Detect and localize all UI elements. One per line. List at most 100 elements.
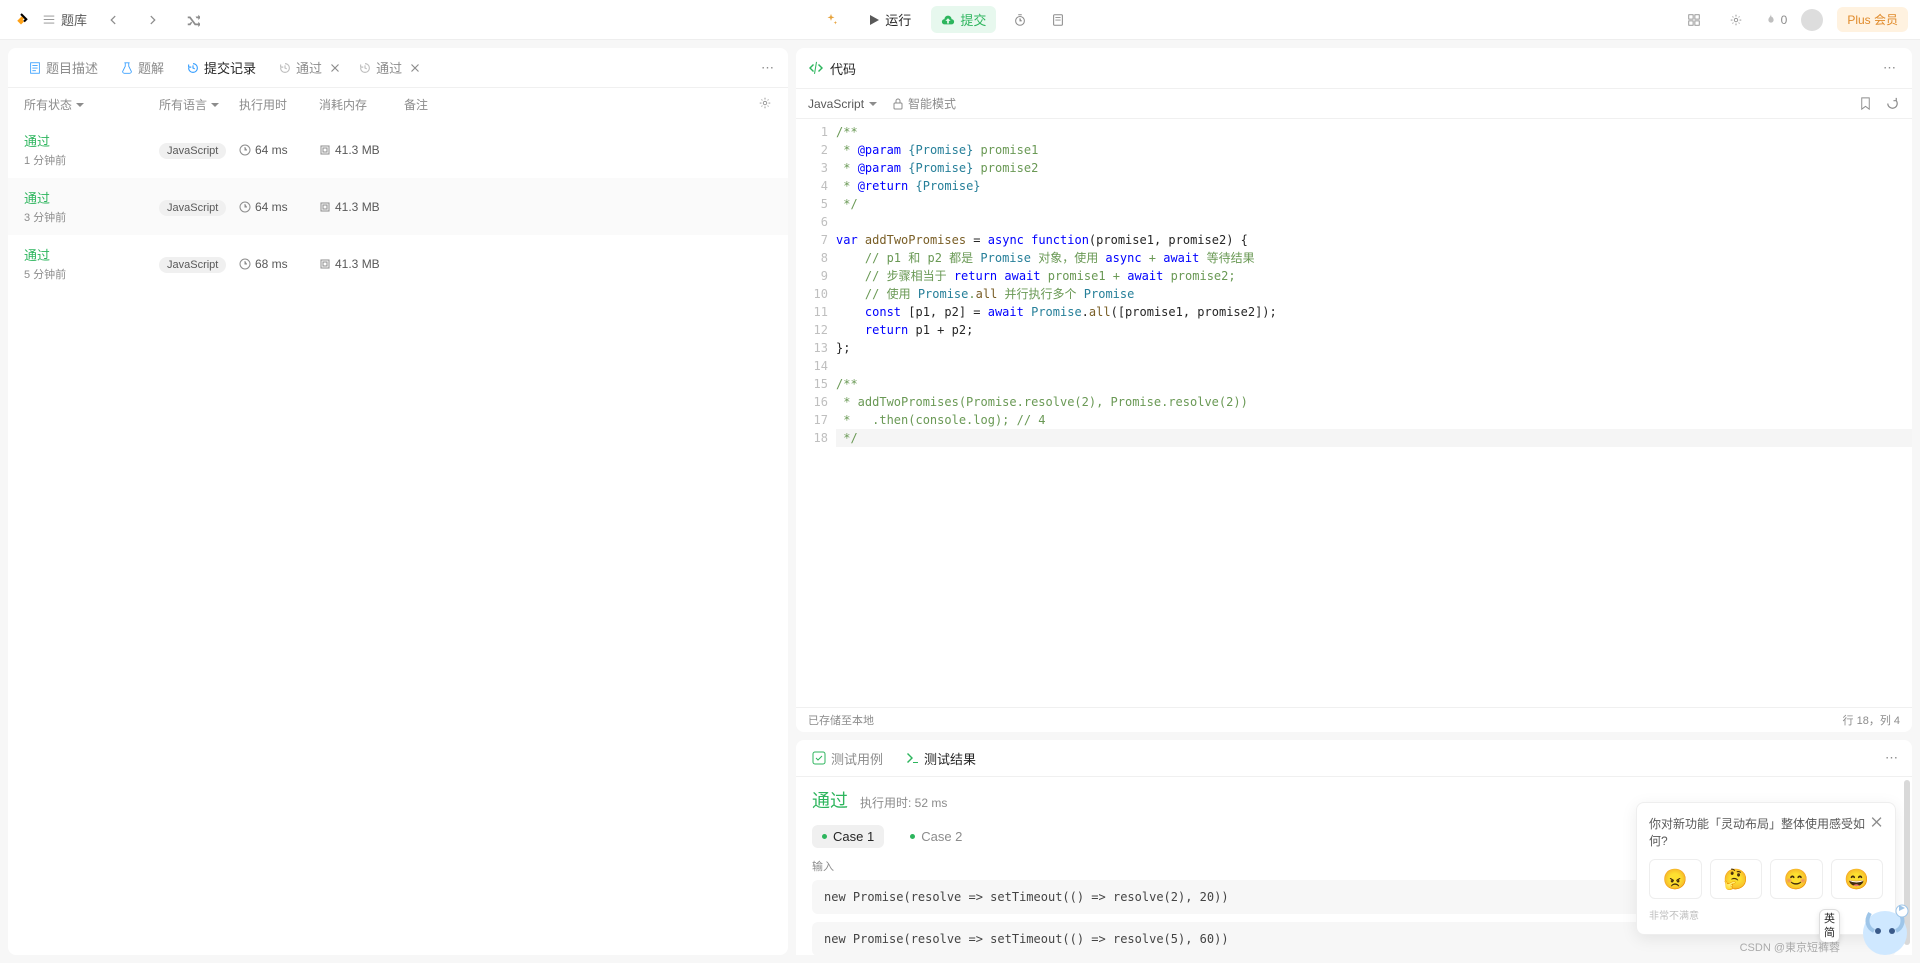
cloud-upload-icon xyxy=(941,13,955,27)
code-more-button[interactable]: ⋯ xyxy=(1879,56,1900,80)
case-1-tab[interactable]: Case 1 xyxy=(812,825,884,848)
language-select[interactable]: JavaScript xyxy=(808,97,878,111)
shuffle-button[interactable] xyxy=(179,6,207,34)
watermark: CSDN @東京短裤蓉 xyxy=(1740,939,1840,955)
memory-cell: 41.3 MB xyxy=(319,200,404,214)
header-time: 执行用时 xyxy=(239,96,319,113)
table-row[interactable]: 通过1 分钟前 JavaScript 64 ms 41.3 MB xyxy=(8,121,788,178)
clock-icon xyxy=(239,258,251,270)
code-icon xyxy=(808,60,824,76)
time-cell: 68 ms xyxy=(239,257,319,271)
next-problem-button[interactable] xyxy=(139,6,167,34)
timer-button[interactable] xyxy=(1006,6,1034,34)
close-icon[interactable] xyxy=(1870,815,1883,829)
save-status: 已存储至本地 xyxy=(808,712,874,728)
debug-button[interactable] xyxy=(814,9,848,31)
time-cell: 64 ms xyxy=(239,143,319,157)
status-time: 3 分钟前 xyxy=(24,209,159,225)
result-more-button[interactable]: ⋯ xyxy=(1881,746,1902,770)
left-panel: 题目描述 题解 提交记录 通过 通过 ⋯ 所有状态 所有语言 执行用时 消耗内存… xyxy=(8,48,788,955)
result-runtime: 执行用时: 52 ms xyxy=(860,794,947,811)
emoji-3[interactable]: 😊 xyxy=(1770,859,1823,899)
tab-description[interactable]: 题目描述 xyxy=(18,54,108,81)
emoji-1[interactable]: 😠 xyxy=(1649,859,1702,899)
table-row[interactable]: 通过 5 分钟前 JavaScript 68 ms 41.3 MB xyxy=(8,235,788,292)
feedback-title: 你对新功能「灵动布局」整体使用感受如何? xyxy=(1649,815,1870,849)
tab-testcases[interactable]: 测试用例 xyxy=(806,747,889,770)
submission-header: 所有状态 所有语言 执行用时 消耗内存 备注 xyxy=(8,88,788,121)
smart-mode-toggle[interactable]: 智能模式 xyxy=(892,95,956,112)
header-memory: 消耗内存 xyxy=(319,96,404,113)
run-button[interactable]: 运行 xyxy=(858,6,921,33)
clock-icon xyxy=(239,201,251,213)
history-icon xyxy=(358,61,372,75)
submit-button[interactable]: 提交 xyxy=(931,6,996,33)
clock-icon xyxy=(239,144,251,156)
table-settings-button[interactable] xyxy=(752,96,772,113)
chevron-left-icon xyxy=(106,13,120,27)
code-editor[interactable]: 123456789101112131415161718 /** * @param… xyxy=(796,119,1912,707)
reset-icon[interactable] xyxy=(1885,96,1900,111)
chip-icon xyxy=(319,258,331,270)
time-cell: 64 ms xyxy=(239,200,319,214)
lang-filter[interactable]: 所有语言 xyxy=(159,96,220,113)
lang-badge: JavaScript xyxy=(159,200,226,216)
status-time: 5 分钟前 xyxy=(24,266,159,282)
status-label[interactable]: 通过 xyxy=(24,131,159,150)
tab-results[interactable]: 测试结果 xyxy=(899,747,982,770)
mascot-icon[interactable] xyxy=(1840,883,1920,963)
note-icon xyxy=(1051,13,1065,27)
chevron-down-icon xyxy=(868,99,878,109)
play-icon xyxy=(868,14,880,26)
terminal-icon xyxy=(905,751,919,765)
sparkle-icon xyxy=(824,13,838,27)
lang-badge: JavaScript xyxy=(159,257,226,273)
avatar[interactable] xyxy=(1801,9,1823,31)
bookmark-icon[interactable] xyxy=(1858,96,1873,111)
doc-icon xyxy=(28,61,42,75)
case-2-tab[interactable]: Case 2 xyxy=(900,825,972,848)
format-icon[interactable] xyxy=(1831,96,1846,111)
code-panel-title: 代码 xyxy=(808,59,856,78)
chevron-down-icon xyxy=(75,100,85,110)
notes-button[interactable] xyxy=(1044,6,1072,34)
cursor-position: 行 18，列 4 xyxy=(1843,712,1900,728)
result-status: 通过 xyxy=(812,787,848,813)
clock-icon xyxy=(1013,13,1027,27)
memory-cell: 41.3 MB xyxy=(319,257,404,271)
more-button[interactable]: ⋯ xyxy=(757,56,778,80)
tab-submissions[interactable]: 提交记录 xyxy=(176,54,266,81)
ime-badge[interactable]: 英 简 xyxy=(1819,909,1840,943)
close-icon[interactable] xyxy=(408,61,422,75)
plus-badge[interactable]: Plus 会员 xyxy=(1837,7,1908,32)
status-filter[interactable]: 所有状态 xyxy=(24,96,85,113)
history-icon xyxy=(186,61,200,75)
chevron-right-icon xyxy=(146,13,160,27)
problems-link[interactable]: 题库 xyxy=(42,10,87,29)
chip-icon xyxy=(319,144,331,156)
memory-cell: 41.3 MB xyxy=(319,143,404,157)
close-icon[interactable] xyxy=(328,61,342,75)
tab-pass-2[interactable]: 通过 xyxy=(348,54,426,81)
shuffle-icon xyxy=(186,13,200,27)
table-row[interactable]: 通过 3 分钟前 JavaScript 64 ms 41.3 MB xyxy=(8,178,788,235)
tab-pass-1[interactable]: 通过 xyxy=(268,54,346,81)
prev-problem-button[interactable] xyxy=(99,6,127,34)
status-label[interactable]: 通过 xyxy=(24,188,159,207)
status-label[interactable]: 通过 xyxy=(24,245,159,264)
chip-icon xyxy=(319,201,331,213)
grid-icon xyxy=(1687,13,1701,27)
tab-solution[interactable]: 题解 xyxy=(110,54,174,81)
streak-counter[interactable]: 0 xyxy=(1764,13,1788,27)
gear-icon xyxy=(758,96,772,110)
layout-button[interactable] xyxy=(1680,6,1708,34)
header-notes: 备注 xyxy=(404,96,752,113)
result-panel: 测试用例 测试结果 ⋯ 通过 执行用时: 52 ms Case 1 Case 2… xyxy=(796,740,1912,955)
emoji-2[interactable]: 🤔 xyxy=(1710,859,1763,899)
settings-button[interactable] xyxy=(1722,6,1750,34)
code-panel: 代码 ⋯ JavaScript 智能模式 1234567891011121314… xyxy=(796,48,1912,732)
status-time: 1 分钟前 xyxy=(24,152,159,168)
check-square-icon xyxy=(812,751,826,765)
history-icon xyxy=(278,61,292,75)
leetcode-logo[interactable] xyxy=(12,11,30,29)
